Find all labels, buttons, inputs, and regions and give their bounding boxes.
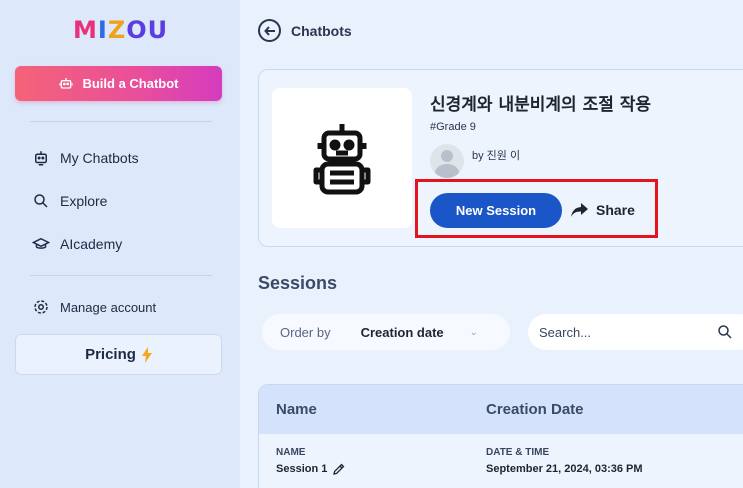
- grade-tag: #Grade 9: [430, 121, 476, 133]
- sidebar-item-manage-account[interactable]: Manage account: [32, 298, 156, 316]
- author-name: by 진원 이: [472, 150, 521, 162]
- logo-letter: M: [73, 16, 98, 44]
- search-box: [528, 314, 743, 350]
- pricing-label: Pricing: [85, 346, 136, 363]
- build-chatbot-label: Build a Chatbot: [82, 76, 179, 91]
- sessions-table: Name Creation Date NAME Session 1 DATE &…: [258, 384, 743, 488]
- back-label: Chatbots: [291, 22, 352, 39]
- new-session-button[interactable]: New Session: [430, 193, 562, 228]
- new-session-label: New Session: [455, 203, 537, 218]
- robot-icon: [35, 151, 47, 166]
- graduation-cap-icon: [32, 237, 50, 249]
- build-chatbot-button[interactable]: Build a Chatbot: [15, 66, 222, 101]
- order-by-select[interactable]: Order by Creation date ⌄: [262, 314, 510, 350]
- avatar: [430, 144, 464, 178]
- chatbot-avatar: [272, 88, 412, 228]
- divider: [30, 275, 212, 276]
- sidebar-item-label: AIcademy: [60, 236, 123, 252]
- pricing-button[interactable]: Pricing: [15, 334, 222, 375]
- table-header: Name Creation Date: [259, 385, 743, 434]
- session-name-text: Session 1: [276, 463, 328, 475]
- sidebar-item-label: Manage account: [60, 299, 157, 315]
- share-label: Share: [596, 202, 635, 218]
- share-button[interactable]: Share: [571, 202, 635, 218]
- robot-icon: [313, 124, 371, 195]
- order-by-value: Creation date: [360, 324, 444, 340]
- robot-icon: [59, 77, 74, 89]
- session-name: Session 1: [276, 463, 345, 475]
- sessions-heading: Sessions: [258, 273, 338, 293]
- search-icon[interactable]: [716, 323, 734, 341]
- column-header-creation-date[interactable]: Creation Date: [486, 401, 584, 418]
- logo-letter: I: [97, 16, 108, 44]
- chatbot-title: 신경계와 내분비계의 조절 작용: [430, 95, 652, 115]
- divider: [30, 121, 212, 122]
- sidebar-item-explore[interactable]: Explore: [32, 192, 107, 210]
- bolt-icon: [141, 346, 152, 363]
- back-to-chatbots[interactable]: Chatbots: [258, 19, 352, 42]
- search-input[interactable]: [539, 324, 709, 340]
- sidebar-item-my-chatbots[interactable]: My Chatbots: [32, 149, 139, 167]
- logo-letter: Z: [107, 16, 127, 44]
- chevron-down-icon: ⌄: [469, 326, 479, 338]
- sidebar-item-label: My Chatbots: [60, 150, 139, 166]
- mizou-logo[interactable]: MIZOU: [73, 16, 168, 44]
- cell-label: NAME: [276, 447, 306, 458]
- column-header-name[interactable]: Name: [276, 401, 317, 418]
- logo-letter: OU: [126, 16, 169, 44]
- sidebar-item-label: Explore: [60, 193, 108, 209]
- table-row[interactable]: NAME Session 1 DATE & TIME September 21,…: [259, 434, 743, 488]
- session-date: September 21, 2024, 03:36 PM: [486, 463, 643, 475]
- cell-label: DATE & TIME: [486, 447, 550, 458]
- sidebar: MIZOU Build a Chatbot My Chatbots Explor…: [0, 0, 240, 488]
- back-arrow-icon: [258, 19, 281, 42]
- order-by-label: Order by: [280, 324, 331, 340]
- pencil-icon[interactable]: [333, 463, 345, 475]
- sidebar-item-aicademy[interactable]: AIcademy: [32, 235, 122, 253]
- share-arrow-icon: [571, 203, 588, 217]
- author-info: by 진원 이: [430, 144, 520, 178]
- gear-icon: [34, 300, 48, 314]
- search-icon: [34, 194, 48, 208]
